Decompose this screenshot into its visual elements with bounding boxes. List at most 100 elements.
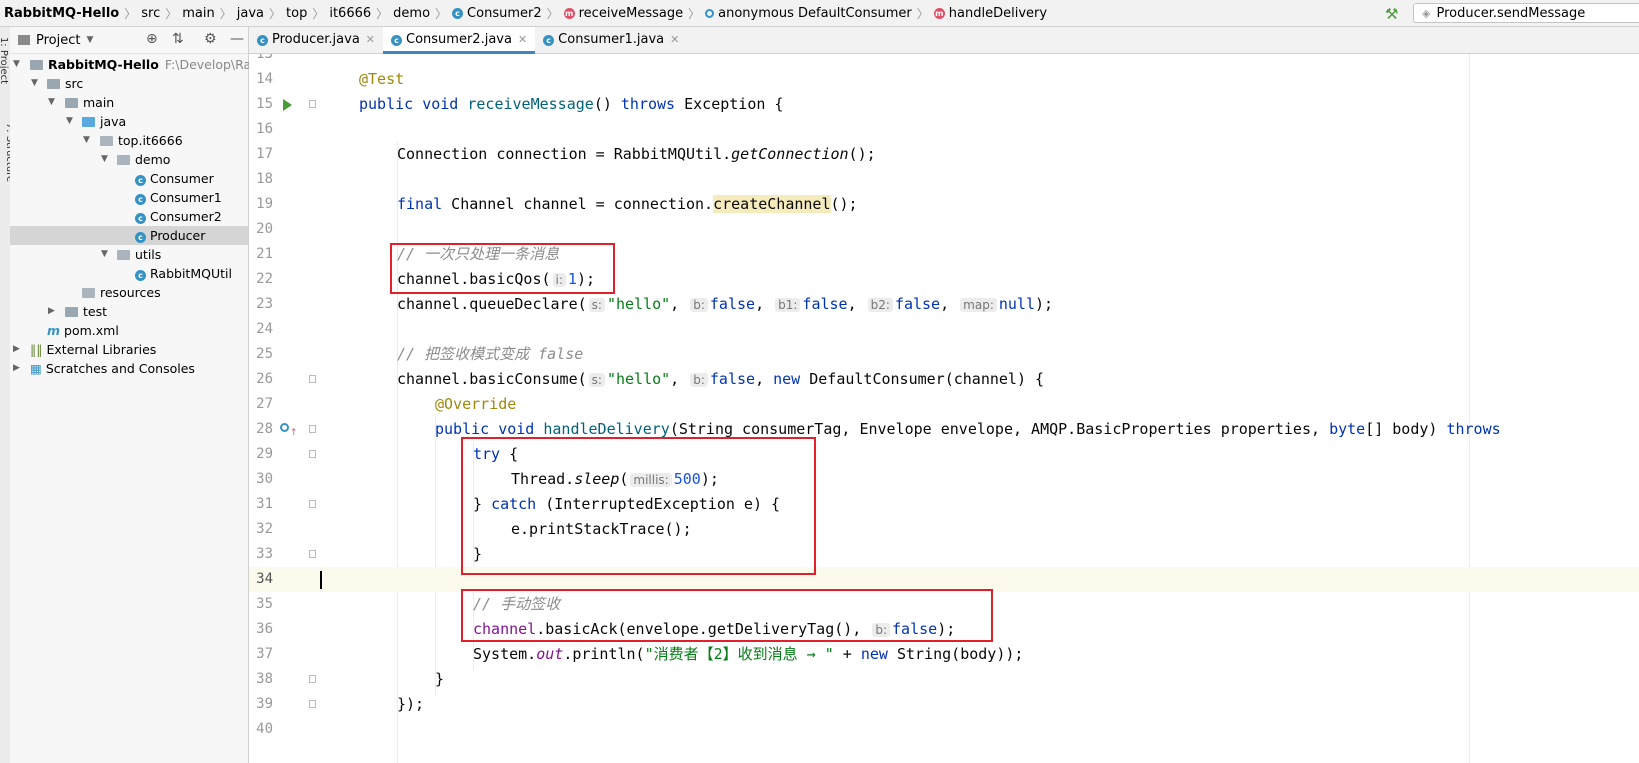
- breadcrumb-receivemessage[interactable]: receiveMessage: [579, 6, 683, 21]
- project-tool-button[interactable]: 1: Project: [0, 37, 9, 84]
- tree-item-test[interactable]: ▶ test: [10, 302, 248, 321]
- line-number: 15: [256, 96, 273, 112]
- close-icon[interactable]: ✕: [366, 27, 375, 53]
- tree-item-utils[interactable]: ▼ utils: [10, 245, 248, 264]
- hide-icon[interactable]: —: [230, 31, 244, 47]
- module-folder-icon: [30, 60, 43, 70]
- class-icon: c: [391, 34, 403, 46]
- code-line: 17 Connection connection = RabbitMQUtil.g…: [249, 142, 1639, 167]
- tab-consumer1[interactable]: c Consumer1.java ✕: [535, 27, 687, 53]
- build-hammer-icon[interactable]: ⚒: [1385, 5, 1398, 23]
- tree-label: resources: [100, 285, 161, 300]
- tree-label: main: [83, 95, 115, 110]
- tab-producer[interactable]: c Producer.java ✕: [249, 27, 383, 53]
- class-icon: c: [452, 7, 464, 19]
- tree-item-consumer[interactable]: c Consumer: [10, 169, 248, 188]
- fold-icon[interactable]: [309, 500, 316, 508]
- class-icon: c: [135, 270, 146, 281]
- package-icon: [100, 136, 113, 146]
- code-text: Connection connection = RabbitMQUtil.get…: [397, 145, 876, 163]
- tree-item-package[interactable]: ▼ top.it6666: [10, 131, 248, 150]
- breadcrumb-src[interactable]: src: [141, 6, 160, 21]
- locate-icon[interactable]: ⊕: [146, 31, 158, 47]
- fold-icon[interactable]: [309, 375, 316, 383]
- line-number: 32: [256, 521, 273, 537]
- tree-label: top.it6666: [118, 133, 183, 148]
- code-text: final Channel channel = connection.creat…: [397, 195, 858, 213]
- tree-item-rabbitmqutil[interactable]: c RabbitMQUtil: [10, 264, 248, 283]
- highlight-box-basicack: [461, 589, 993, 642]
- tree-item-java[interactable]: ▼ java: [10, 112, 248, 131]
- run-configuration-select[interactable]: ◈ Producer.sendMessage: [1413, 3, 1639, 23]
- tree-label: test: [83, 304, 108, 319]
- run-test-icon[interactable]: [283, 99, 292, 111]
- breadcrumb-java[interactable]: java: [237, 6, 264, 21]
- line-number: 29: [256, 446, 273, 462]
- code-line: 37 System.out.println("消费者【2】收到消息 → " + n…: [249, 642, 1639, 667]
- collapse-all-icon[interactable]: ⇅: [172, 31, 184, 47]
- fold-icon[interactable]: [309, 450, 316, 458]
- tree-label: Consumer: [150, 171, 214, 186]
- code-editor[interactable]: 13 14 @Test 15 public void receiveMessage(…: [249, 54, 1639, 763]
- text-caret: [320, 571, 322, 589]
- scratches-icon: ▦: [30, 361, 42, 376]
- breadcrumb-anonymous[interactable]: anonymous DefaultConsumer: [718, 6, 912, 21]
- fold-icon[interactable]: [309, 550, 316, 558]
- code-text: @Test: [359, 70, 405, 88]
- tree-item-demo[interactable]: ▼ demo: [10, 150, 248, 169]
- code-line: 15 public void receiveMessage() throws Ex…: [249, 92, 1639, 117]
- breadcrumb-consumer2[interactable]: Consumer2: [467, 6, 542, 21]
- fold-icon[interactable]: [309, 675, 316, 683]
- tab-consumer2[interactable]: c Consumer2.java ✕: [383, 27, 536, 54]
- line-number: 34: [256, 571, 273, 587]
- chevron-down-icon[interactable]: ▼: [86, 35, 93, 45]
- package-icon: [117, 250, 130, 260]
- tree-label: src: [65, 76, 84, 91]
- class-icon: c: [257, 34, 268, 46]
- project-pane-title[interactable]: Project: [36, 33, 80, 48]
- tree-item-scratches[interactable]: ▶ ▦ Scratches and Consoles: [10, 359, 248, 378]
- close-icon[interactable]: ✕: [670, 27, 679, 53]
- fold-icon[interactable]: [309, 425, 316, 433]
- code-line: 29 try {: [249, 442, 1639, 467]
- tree-item-pom[interactable]: m pom.xml: [10, 321, 248, 340]
- parameter-hint: b2:: [867, 298, 893, 312]
- tree-item-consumer2[interactable]: c Consumer2: [10, 207, 248, 226]
- tree-item-resources[interactable]: resources: [10, 283, 248, 302]
- code-line: 30 Thread.sleep(millis: 500);: [249, 467, 1639, 492]
- line-number: 33: [256, 546, 273, 562]
- folder-icon: [65, 307, 78, 317]
- parameter-hint: map:: [960, 298, 997, 312]
- override-icon[interactable]: [280, 423, 289, 432]
- breadcrumb-top[interactable]: top: [286, 6, 307, 21]
- fold-icon[interactable]: [309, 100, 316, 108]
- tree-item-producer[interactable]: c Producer: [10, 226, 248, 245]
- close-icon[interactable]: ✕: [518, 27, 527, 53]
- breadcrumb-project[interactable]: RabbitMQ-Hello: [4, 6, 119, 21]
- tree-item-project[interactable]: ▼ RabbitMQ-Hello F:\Develop\RabbitMQ: [10, 55, 296, 74]
- tree-item-consumer1[interactable]: c Consumer1: [10, 188, 248, 207]
- breadcrumb-main[interactable]: main: [182, 6, 214, 21]
- editor-tabs: c Producer.java ✕ c Consumer2.java ✕ c Consum…: [249, 27, 1639, 54]
- maven-icon: m: [47, 323, 61, 338]
- folder-icon: [65, 98, 78, 108]
- tree-item-src[interactable]: ▼ src: [10, 74, 248, 93]
- code-line: 40: [249, 717, 1639, 742]
- gear-icon[interactable]: ⚙: [204, 31, 217, 47]
- fold-icon[interactable]: [309, 700, 316, 708]
- navigation-bar: RabbitMQ-Hello 〉 src 〉 main 〉 java 〉 top 〉 it…: [0, 0, 1639, 27]
- line-number: 20: [256, 221, 273, 237]
- breadcrumb-handledelivery[interactable]: handleDelivery: [949, 6, 1047, 21]
- breadcrumb-demo[interactable]: demo: [393, 6, 430, 21]
- breadcrumb-it6666[interactable]: it6666: [329, 6, 371, 21]
- tree-item-main[interactable]: ▼ main: [10, 93, 248, 112]
- code-line: 19 final Channel channel = connection.cre…: [249, 192, 1639, 217]
- class-icon: c: [135, 175, 146, 186]
- line-number: 40: [256, 721, 273, 737]
- code-text: System.out.println("消费者【2】收到消息 → " + new…: [473, 645, 1024, 663]
- tree-label: Producer: [150, 228, 206, 243]
- code-line: 38}: [249, 667, 1639, 692]
- line-number: 39: [256, 696, 273, 712]
- class-icon: c: [135, 213, 146, 224]
- tree-item-external-libraries[interactable]: ▶ ‖‖ External Libraries: [10, 340, 248, 359]
